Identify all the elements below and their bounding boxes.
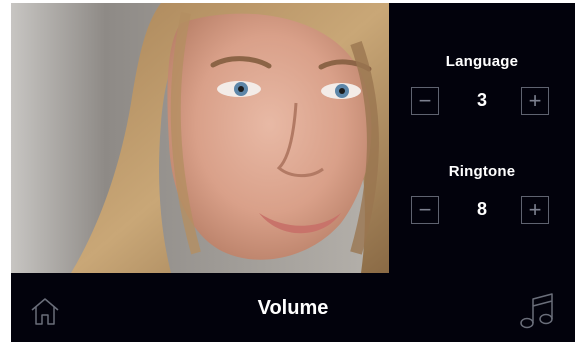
language-increase-button[interactable]: +	[521, 87, 549, 115]
language-value: 3	[476, 90, 487, 110]
ringtone-label: Ringtone	[448, 163, 516, 180]
music-icon[interactable]	[517, 289, 557, 331]
settings-panel: Language − 3 + Ringtone − 8 +	[389, 3, 575, 273]
bottom-bar: Volume	[11, 273, 575, 342]
ringtone-decrease-button[interactable]: −	[411, 196, 439, 224]
ringtone-value: 8	[476, 199, 487, 219]
page-title: Volume	[257, 297, 329, 319]
intercom-screen: Language − 3 + Ringtone − 8 + Volume	[11, 3, 575, 342]
camera-video-feed	[11, 3, 389, 273]
ringtone-increase-button[interactable]: +	[521, 196, 549, 224]
language-decrease-button[interactable]: −	[411, 87, 439, 115]
language-label: Language	[445, 53, 519, 70]
